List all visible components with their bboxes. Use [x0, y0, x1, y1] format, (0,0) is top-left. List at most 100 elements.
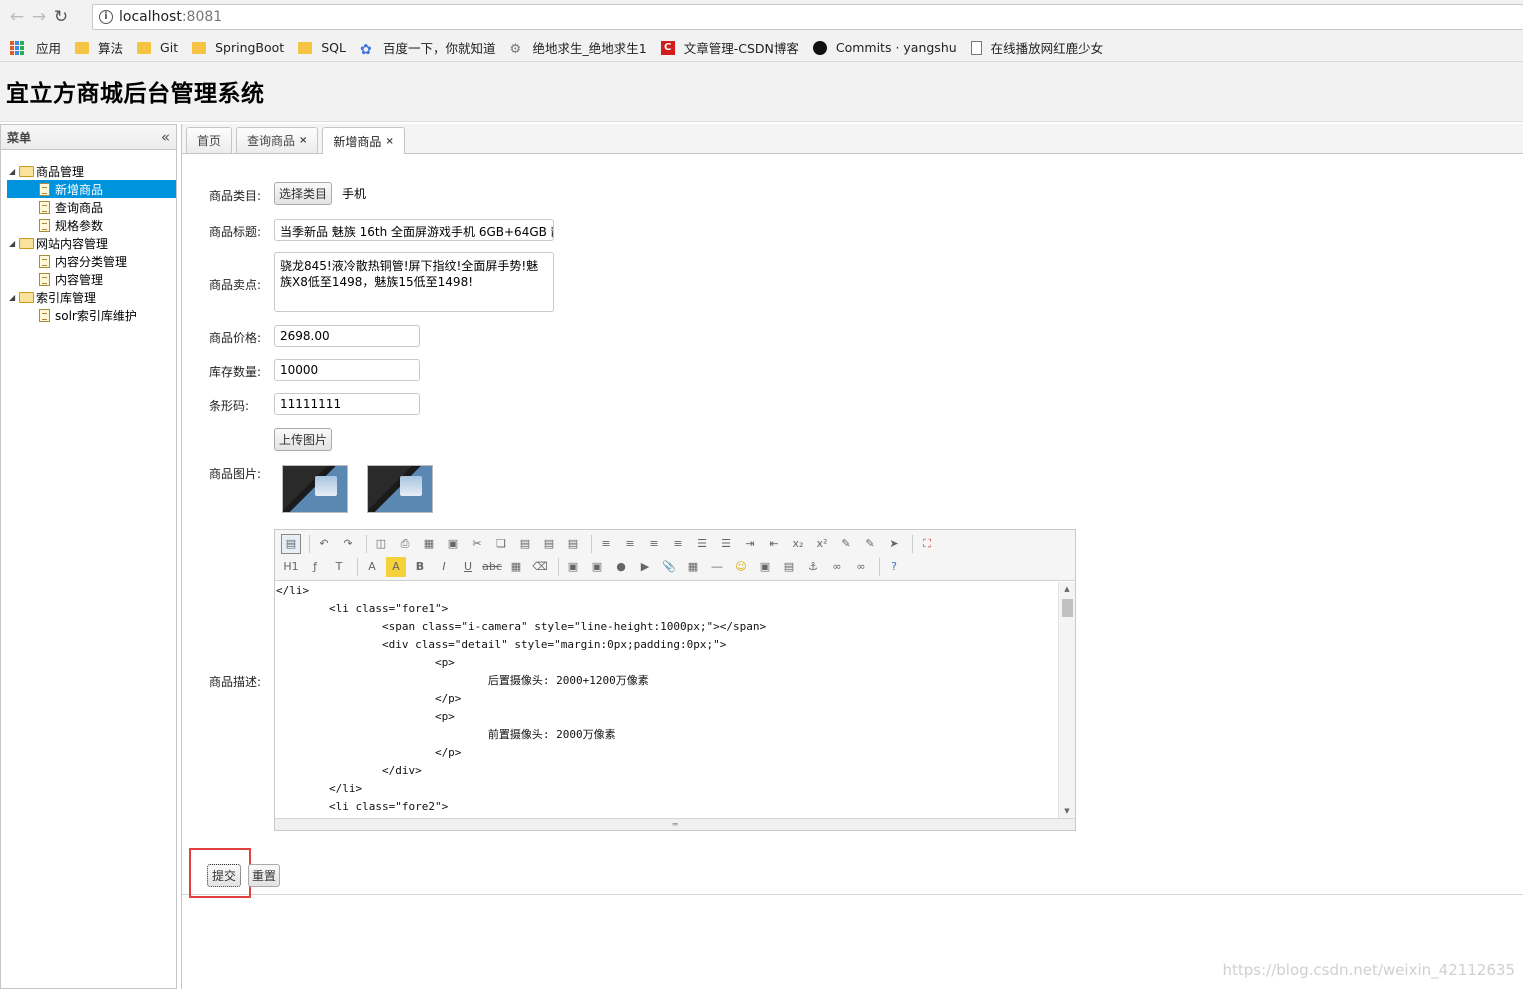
- font-family-icon[interactable]: ƒ: [305, 557, 325, 577]
- bookmark-folder-sql[interactable]: SQL: [298, 40, 346, 55]
- back-arrow-icon[interactable]: ←: [6, 6, 28, 28]
- bookmark-folder-algorithm[interactable]: 算法: [75, 38, 123, 57]
- flash-icon[interactable]: ●: [611, 557, 631, 577]
- italic-icon[interactable]: I: [434, 557, 454, 577]
- font-color-icon[interactable]: A: [362, 557, 382, 577]
- paste-text-icon[interactable]: ▤: [539, 534, 559, 554]
- editor-source-code[interactable]: </li> <li class="fore1"> <span class="i-…: [275, 582, 1058, 818]
- bookmark-csdn[interactable]: C 文章管理-CSDN博客: [660, 38, 799, 57]
- table-icon[interactable]: ▦: [683, 557, 703, 577]
- stock-input[interactable]: 10000: [274, 359, 420, 381]
- product-image-thumbnail[interactable]: [367, 465, 433, 513]
- info-icon[interactable]: i: [99, 10, 113, 24]
- title-input[interactable]: 当季新品 魅族 16th 全面屏游戏手机 6GB+64GB 静: [274, 219, 554, 241]
- help-icon[interactable]: ?: [884, 557, 904, 577]
- close-icon[interactable]: ×: [385, 136, 393, 147]
- collapse-icon[interactable]: «: [161, 128, 170, 146]
- cursor-icon[interactable]: ➤: [884, 534, 904, 554]
- align-right-icon[interactable]: ≡: [644, 534, 664, 554]
- ordered-list-icon[interactable]: ☰: [692, 534, 712, 554]
- tree-item-solr[interactable]: solr索引库维护: [7, 306, 176, 324]
- undo-icon[interactable]: ↶: [314, 534, 334, 554]
- reload-icon[interactable]: ↻: [50, 6, 72, 28]
- code-icon[interactable]: ▣: [443, 534, 463, 554]
- copy-icon[interactable]: ❏: [491, 534, 511, 554]
- tab-add-product[interactable]: 新增商品 ×: [322, 127, 405, 154]
- clear-format-icon[interactable]: ✎: [836, 534, 856, 554]
- tree-item-query-product[interactable]: 查询商品: [7, 198, 176, 216]
- cut-icon[interactable]: ✂: [467, 534, 487, 554]
- forward-arrow-icon[interactable]: →: [28, 6, 50, 28]
- bookmark-apps[interactable]: 应用: [10, 38, 61, 57]
- editor-resize-handle[interactable]: ═: [275, 818, 1075, 830]
- close-icon[interactable]: ×: [299, 135, 307, 146]
- page-break-icon[interactable]: ▤: [779, 557, 799, 577]
- bold-icon[interactable]: B: [410, 557, 430, 577]
- align-left-icon[interactable]: ≡: [596, 534, 616, 554]
- highlight-icon[interactable]: A: [386, 556, 406, 577]
- tree-item-content-manage[interactable]: 内容管理: [7, 270, 176, 288]
- underline-icon[interactable]: U: [458, 557, 478, 577]
- unlink-icon[interactable]: ∞: [851, 557, 871, 577]
- expand-arrow-icon[interactable]: ◢: [9, 167, 19, 176]
- paste-word-icon[interactable]: ▤: [563, 534, 583, 554]
- tree-group-product[interactable]: ◢ 商品管理: [7, 162, 176, 180]
- align-center-icon[interactable]: ≡: [620, 534, 640, 554]
- emoticon-icon[interactable]: ☺: [731, 557, 751, 577]
- paste-icon[interactable]: ▤: [515, 534, 535, 554]
- strikethrough-icon[interactable]: abc: [482, 557, 502, 577]
- fullscreen-icon[interactable]: ⛶: [917, 534, 937, 554]
- bookmark-folder-git[interactable]: Git: [137, 40, 178, 55]
- price-input[interactable]: 2698.00: [274, 325, 420, 347]
- tree-item-content-category[interactable]: 内容分类管理: [7, 252, 176, 270]
- tree-group-content[interactable]: ◢ 网站内容管理: [7, 234, 176, 252]
- bookmark-baidu[interactable]: ✿ 百度一下，你就知道: [360, 38, 496, 58]
- anchor-icon[interactable]: ⚓: [803, 557, 823, 577]
- product-image-thumbnail[interactable]: [282, 465, 348, 513]
- align-justify-icon[interactable]: ≡: [668, 534, 688, 554]
- image-icon[interactable]: ▣: [563, 557, 583, 577]
- font-size-icon[interactable]: T: [329, 557, 349, 577]
- map-icon[interactable]: ▣: [755, 557, 775, 577]
- superscript-icon[interactable]: x²: [812, 534, 832, 554]
- line-height-icon[interactable]: ▦: [506, 557, 526, 577]
- multi-image-icon[interactable]: ▣: [587, 557, 607, 577]
- expand-arrow-icon[interactable]: ◢: [9, 239, 19, 248]
- template-icon[interactable]: ▦: [419, 534, 439, 554]
- tab-query-product[interactable]: 查询商品 ×: [236, 127, 319, 153]
- tab-home[interactable]: 首页: [186, 127, 233, 153]
- select-category-button[interactable]: 选择类目: [274, 182, 332, 205]
- subscript-icon[interactable]: x₂: [788, 534, 808, 554]
- media-icon[interactable]: ▶: [635, 557, 655, 577]
- sellpoint-textarea[interactable]: 骁龙845!液冷散热铜管!屏下指纹!全面屏手势!魅族X8低至1498，魅族15低…: [274, 252, 554, 312]
- heading-icon[interactable]: H1: [281, 557, 301, 577]
- upload-image-button[interactable]: 上传图片: [274, 428, 332, 451]
- tree-item-spec-params[interactable]: 规格参数: [7, 216, 176, 234]
- scroll-up-icon[interactable]: ▲: [1059, 582, 1075, 596]
- remove-format-icon[interactable]: ⌫: [530, 557, 550, 577]
- tree-item-add-product[interactable]: 新增商品: [7, 180, 176, 198]
- bookmark-pubg[interactable]: ⚙ 绝地求生_绝地求生1: [509, 38, 646, 57]
- horizontal-rule-icon[interactable]: ―: [707, 557, 727, 577]
- print-icon[interactable]: ⎙: [395, 534, 415, 554]
- outdent-icon[interactable]: ⇤: [764, 534, 784, 554]
- redo-icon[interactable]: ↷: [338, 534, 358, 554]
- select-all-icon[interactable]: ✎: [860, 534, 880, 554]
- indent-icon[interactable]: ⇥: [740, 534, 760, 554]
- barcode-input[interactable]: 11111111: [274, 393, 420, 415]
- address-bar[interactable]: i localhost:8081: [92, 4, 1523, 30]
- bookmark-github[interactable]: Commits · yangshu: [812, 40, 957, 55]
- bookmark-folder-springboot[interactable]: SpringBoot: [192, 40, 284, 55]
- attachment-icon[interactable]: 📎: [659, 557, 679, 577]
- link-icon[interactable]: ∞: [827, 557, 847, 577]
- expand-arrow-icon[interactable]: ◢: [9, 293, 19, 302]
- preview-icon[interactable]: ◫: [371, 534, 391, 554]
- editor-scrollbar[interactable]: ▲ ▼: [1058, 582, 1075, 818]
- scroll-down-icon[interactable]: ▼: [1059, 804, 1075, 818]
- reset-button[interactable]: 重置: [248, 864, 280, 887]
- unordered-list-icon[interactable]: ☰: [716, 534, 736, 554]
- tree-group-index[interactable]: ◢ 索引库管理: [7, 288, 176, 306]
- bookmark-page[interactable]: 在线播放网红鹿少女: [970, 38, 1103, 57]
- scroll-thumb[interactable]: [1062, 599, 1073, 617]
- submit-button[interactable]: 提交: [207, 864, 241, 887]
